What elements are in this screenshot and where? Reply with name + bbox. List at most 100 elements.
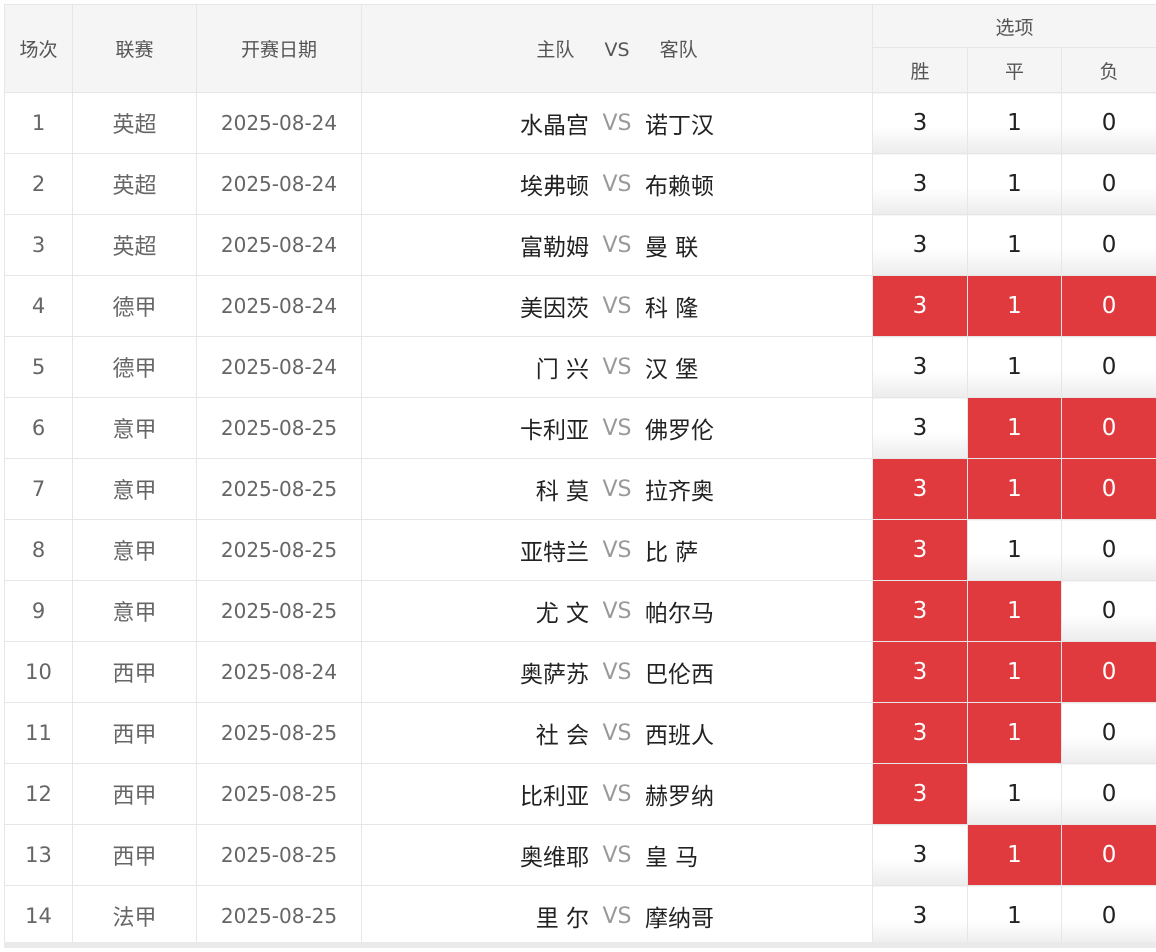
option-win-button[interactable]: 3 (872, 824, 968, 886)
match-teams: 比利亚 VS 赫罗纳 (361, 763, 873, 825)
option-draw-button[interactable]: 1 (967, 397, 1062, 459)
home-team: 科 莫 (535, 479, 589, 505)
option-loss-button[interactable]: 0 (1060, 885, 1156, 947)
match-no: 2 (4, 153, 73, 215)
header-opt-draw: 平 (967, 47, 1062, 93)
option-win-button[interactable]: 3 (872, 458, 968, 520)
away-team: 曼 联 (645, 235, 699, 261)
option-draw-button[interactable]: 1 (967, 458, 1062, 520)
option-loss-button[interactable]: 0 (1060, 580, 1156, 642)
home-team: 比利亚 (520, 784, 589, 810)
away-team: 比 萨 (645, 540, 699, 566)
option-draw-button[interactable]: 1 (967, 885, 1062, 947)
option-win-button[interactable]: 3 (872, 336, 968, 398)
option-draw-button[interactable]: 1 (967, 153, 1062, 215)
away-team: 赫罗纳 (645, 784, 714, 810)
option-loss-button[interactable]: 0 (1060, 397, 1156, 459)
header-opt-win: 胜 (872, 47, 968, 93)
option-draw-button[interactable]: 1 (967, 275, 1062, 337)
away-team: 汉 堡 (645, 357, 699, 383)
option-draw-button[interactable]: 1 (967, 336, 1062, 398)
option-win-button[interactable]: 3 (872, 641, 968, 703)
option-draw-button[interactable]: 1 (967, 641, 1062, 703)
option-win-button[interactable]: 3 (872, 885, 968, 947)
match-date: 2025-08-25 (196, 397, 362, 459)
match-teams: 亚特兰 VS 比 萨 (361, 519, 873, 581)
home-team: 水晶宫 (520, 113, 589, 139)
league-name: 意甲 (72, 519, 197, 581)
table-row: 12 西甲 2025-08-25 比利亚 VS 赫罗纳 3 1 0 (4, 763, 1156, 825)
vs-label: VS (602, 720, 632, 746)
league-name: 西甲 (72, 824, 197, 886)
option-draw-label: 1 (1007, 354, 1022, 380)
option-win-label: 3 (912, 842, 928, 868)
option-win-label: 3 (912, 903, 928, 929)
match-teams: 门 兴 VS 汉 堡 (361, 336, 873, 398)
option-loss-button[interactable]: 0 (1060, 519, 1156, 581)
option-win-button[interactable]: 3 (872, 153, 968, 215)
away-team: 摩纳哥 (645, 906, 714, 932)
match-table: 场次 联赛 开赛日期 主队 VS 客队 选项 胜 平 负 1 英超 2025-08-… (4, 4, 1156, 947)
option-loss-button[interactable]: 0 (1060, 763, 1156, 825)
table-bottom-divider (4, 942, 1156, 948)
option-draw-button[interactable]: 1 (967, 763, 1062, 825)
league-name: 德甲 (72, 336, 197, 398)
home-team: 社 会 (535, 723, 589, 749)
option-draw-button[interactable]: 1 (967, 214, 1062, 276)
option-win-button[interactable]: 3 (872, 214, 968, 276)
match-date: 2025-08-25 (196, 885, 362, 947)
option-loss-label: 0 (1101, 537, 1117, 563)
match-date: 2025-08-25 (196, 458, 362, 520)
option-draw-button[interactable]: 1 (967, 519, 1062, 581)
option-win-label: 3 (912, 537, 928, 563)
option-loss-button[interactable]: 0 (1060, 92, 1156, 154)
option-win-button[interactable]: 3 (872, 275, 968, 337)
option-draw-button[interactable]: 1 (967, 824, 1062, 886)
option-draw-label: 1 (1007, 537, 1022, 563)
header-away: 客队 (659, 39, 698, 61)
league-name: 意甲 (72, 397, 197, 459)
match-date: 2025-08-25 (196, 824, 362, 886)
vs-label: VS (602, 171, 632, 197)
option-loss-button[interactable]: 0 (1060, 275, 1156, 337)
table-row: 2 英超 2025-08-24 埃弗顿 VS 布赖顿 3 1 0 (4, 153, 1156, 215)
match-no: 1 (4, 92, 73, 154)
option-draw-button[interactable]: 1 (967, 702, 1062, 764)
vs-label: VS (602, 537, 632, 563)
option-loss-button[interactable]: 0 (1060, 824, 1156, 886)
table-row: 1 英超 2025-08-24 水晶宫 VS 诺丁汉 3 1 0 (4, 92, 1156, 154)
header-match-no: 场次 (4, 4, 73, 93)
option-win-button[interactable]: 3 (872, 92, 968, 154)
option-win-button[interactable]: 3 (872, 397, 968, 459)
home-team: 埃弗顿 (520, 174, 589, 200)
option-loss-button[interactable]: 0 (1060, 214, 1156, 276)
match-no: 9 (4, 580, 73, 642)
option-draw-label: 1 (1007, 598, 1022, 624)
option-loss-label: 0 (1101, 720, 1117, 746)
home-team: 尤 文 (535, 601, 589, 627)
option-draw-button[interactable]: 1 (967, 92, 1062, 154)
option-win-label: 3 (912, 781, 928, 807)
option-win-button[interactable]: 3 (872, 702, 968, 764)
option-win-button[interactable]: 3 (872, 519, 968, 581)
match-date: 2025-08-24 (196, 336, 362, 398)
header-date: 开赛日期 (196, 4, 362, 93)
option-win-button[interactable]: 3 (872, 580, 968, 642)
option-draw-label: 1 (1007, 842, 1022, 868)
option-win-label: 3 (912, 171, 928, 197)
vs-label: VS (602, 110, 632, 136)
option-win-button[interactable]: 3 (872, 763, 968, 825)
home-team: 亚特兰 (520, 540, 589, 566)
option-loss-button[interactable]: 0 (1060, 153, 1156, 215)
option-win-label: 3 (912, 720, 928, 746)
away-team: 巴伦西 (645, 662, 714, 688)
option-loss-button[interactable]: 0 (1060, 458, 1156, 520)
option-loss-button[interactable]: 0 (1060, 336, 1156, 398)
match-teams: 奥萨苏 VS 巴伦西 (361, 641, 873, 703)
option-loss-button[interactable]: 0 (1060, 641, 1156, 703)
option-draw-button[interactable]: 1 (967, 580, 1062, 642)
away-team: 拉齐奥 (645, 479, 714, 505)
option-loss-button[interactable]: 0 (1060, 702, 1156, 764)
away-team: 佛罗伦 (645, 418, 714, 444)
match-teams: 水晶宫 VS 诺丁汉 (361, 92, 873, 154)
